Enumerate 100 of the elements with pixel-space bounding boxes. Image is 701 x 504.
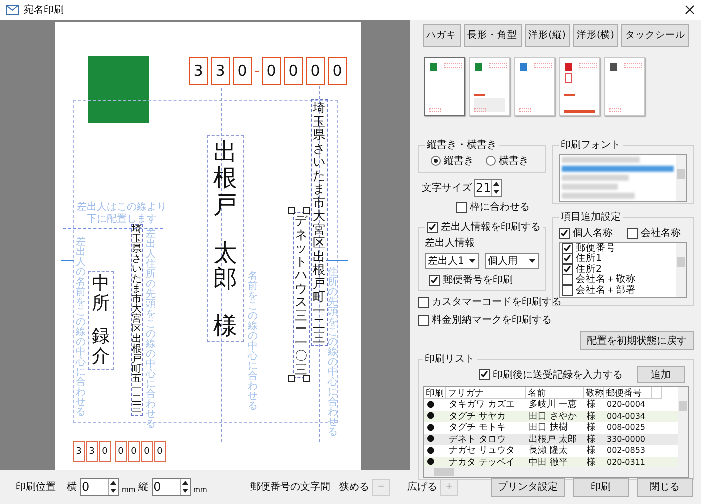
layout-thumbnail[interactable] xyxy=(424,57,465,116)
print-mark: ● xyxy=(426,434,436,444)
table-cell-text: 多岐川 一恵 xyxy=(528,398,578,412)
sender-dropdown[interactable]: 差出人1 xyxy=(425,253,479,269)
checkmark-icon xyxy=(480,370,489,379)
selection-handle[interactable] xyxy=(303,375,310,382)
table-cell-text: 008-0025 xyxy=(606,423,647,432)
table-cell-text: 330-0000 xyxy=(606,434,647,444)
sender-guide-text: 差出人はこの線より 下に配置します xyxy=(77,202,167,224)
print-mark: ● xyxy=(426,446,436,456)
layout-thumbnail[interactable] xyxy=(604,57,645,116)
table-cell-text: 004-0034 xyxy=(606,412,647,421)
table-cell-text: 002-0853 xyxy=(606,446,647,456)
table-cell-text: 様 xyxy=(586,398,597,412)
column-header[interactable]: 敬称 xyxy=(584,387,604,399)
print-position-label: 印刷位置 xyxy=(16,480,56,494)
widen-label: 広げる xyxy=(407,480,438,494)
table-row[interactable]: ● タグチ モトキ 田口 扶樹 様 008-0025 xyxy=(424,422,678,434)
layout-thumbnail[interactable] xyxy=(559,57,600,116)
table-cell-text: 020-0311 xyxy=(606,458,647,467)
selection-handle[interactable] xyxy=(288,207,295,214)
envelope-type-button[interactable]: ハガキ xyxy=(422,24,461,47)
table-cell-text: 020-0004 xyxy=(606,400,647,410)
horizontal-offset-spinner[interactable]: 0 xyxy=(80,478,119,496)
type-dropdown[interactable]: 個人用 xyxy=(485,253,539,269)
guide-text: 住所の先頭をこの線の中心に合わせる xyxy=(328,268,338,438)
recipient-address: 埼玉県さいたま市大宮区出根戸町一二三 xyxy=(311,99,328,346)
table-cell-text: 様 xyxy=(586,444,597,458)
fold-mark xyxy=(326,260,348,261)
table-row[interactable]: ● ナガセ リュウタ 長瀬 隆太 様 002-0853 xyxy=(424,445,678,456)
spin-arrows-icon[interactable] xyxy=(180,479,190,495)
envelope-type-button[interactable]: 洋形(横) xyxy=(573,24,618,47)
recipient-given-name: 太郎 xyxy=(214,240,238,292)
close-icon[interactable] xyxy=(685,5,695,15)
table-cell-text: ナカタ テッペイ xyxy=(448,456,516,467)
dialog-button[interactable]: プリンタ設定 xyxy=(491,478,565,496)
table-cell-text: デネト タロウ xyxy=(448,434,507,446)
print-postal-checkbox[interactable]: 郵便番号を印刷 xyxy=(429,273,539,287)
font-size-label: 文字サイズ xyxy=(422,182,472,195)
vertical-offset-spinner[interactable]: 0 xyxy=(152,478,191,496)
table-row[interactable]: ● タグチ サヤカ 田口 さやか 様 004-0034 xyxy=(424,410,678,422)
table-cell-text: タキガワ カズエ xyxy=(448,398,516,412)
name-type-checkbox[interactable]: 会社名称 xyxy=(627,226,681,240)
option-checkbox[interactable]: 料金別納マークを印刷する xyxy=(418,313,552,327)
spin-arrows-icon[interactable] xyxy=(109,479,118,495)
horizontal-scrollbar[interactable] xyxy=(424,467,688,477)
item-checkbox[interactable]: 会社名＋部署 xyxy=(562,285,676,296)
narrow-label: 狭める xyxy=(339,480,370,494)
name-type-checkbox[interactable]: 個人名称 xyxy=(559,226,613,240)
sender-postal-digit: 3 xyxy=(73,441,85,462)
layout-thumbnail[interactable] xyxy=(514,57,555,116)
guide-text: 差出人住所の先頭をこの線の中心に合わせる xyxy=(146,230,156,430)
record-checkbox[interactable]: 印刷後に送受記録を入力する xyxy=(479,368,623,382)
envelope-type-button[interactable]: 長形・角型 xyxy=(464,24,522,47)
envelope-icon xyxy=(6,4,19,16)
vertical-scrollbar[interactable] xyxy=(678,387,688,467)
selection-handle[interactable] xyxy=(303,207,310,214)
postal-code-digit: 0 xyxy=(284,57,303,85)
add-button[interactable]: 追加 xyxy=(637,366,685,383)
spin-arrows-icon[interactable] xyxy=(492,180,501,196)
table-row[interactable]: ● デネト タロウ 出根戸 太郎 様 330-0000 xyxy=(424,434,678,445)
orientation-radio[interactable]: 横書き xyxy=(486,154,529,168)
sender-postal-digit: 0 xyxy=(154,441,166,462)
dialog-button[interactable]: 閉じる xyxy=(637,478,693,496)
print-mark: ● xyxy=(426,457,436,467)
table-cell-text: 田口 さやか xyxy=(528,410,578,422)
vertical-scrollbar[interactable] xyxy=(676,155,686,201)
item-checkbox[interactable]: 会社名＋敬称 xyxy=(562,274,676,285)
column-header[interactable]: 印刷 xyxy=(424,387,446,399)
table-cell-text: 様 xyxy=(586,456,597,467)
dialog-button[interactable]: 印刷 xyxy=(573,478,629,496)
group-title: 項目追加設定 xyxy=(560,210,622,224)
table-row[interactable]: ● ナカタ テッペイ 中田 徹平 様 020-0311 xyxy=(424,456,678,467)
vertical-label: 縦 xyxy=(138,481,149,494)
fit-to-frame-checkbox[interactable]: 枠に合わせる xyxy=(456,200,546,214)
selection-handle[interactable] xyxy=(288,375,295,382)
print-sender-checkbox[interactable]: 差出人情報を印刷する xyxy=(427,220,541,234)
layout-thumbnail[interactable] xyxy=(469,57,510,116)
column-header[interactable]: 名前 xyxy=(526,387,584,399)
group-title: 印刷フォント xyxy=(560,138,622,152)
print-mark: ● xyxy=(426,400,436,410)
orientation-radio[interactable]: 縦書き xyxy=(431,154,474,168)
font-size-spinner[interactable]: 21 xyxy=(474,179,502,197)
table-cell-text: 田口 扶樹 xyxy=(528,422,569,434)
reset-layout-button[interactable]: 配置を初期状態に戻す xyxy=(580,331,694,350)
postal-code-digit: 3 xyxy=(211,57,230,85)
item-checkbox[interactable]: 住所1 xyxy=(562,254,676,264)
print-mark: ● xyxy=(426,422,436,433)
sender-address: 埼玉県さいたま市大宮区出根戸町五一二三 xyxy=(131,224,143,416)
postal-code-digit: 0 xyxy=(306,57,325,85)
envelope-type-button[interactable]: タックシール xyxy=(621,24,690,47)
postal-code-digit: 3 xyxy=(189,57,208,85)
stamp-area xyxy=(88,56,149,123)
envelope-type-button[interactable]: 洋形(縦) xyxy=(524,24,570,47)
table-row[interactable]: ● タキガワ カズエ 多岐川 一恵 様 020-0004 xyxy=(424,399,678,410)
column-header[interactable]: 郵便番号 xyxy=(604,387,652,399)
vertical-scrollbar[interactable] xyxy=(676,243,686,297)
column-header[interactable]: フリガナ xyxy=(446,387,526,399)
blurred-font-list[interactable] xyxy=(559,154,687,202)
table-cell-text: 様 xyxy=(586,422,597,434)
